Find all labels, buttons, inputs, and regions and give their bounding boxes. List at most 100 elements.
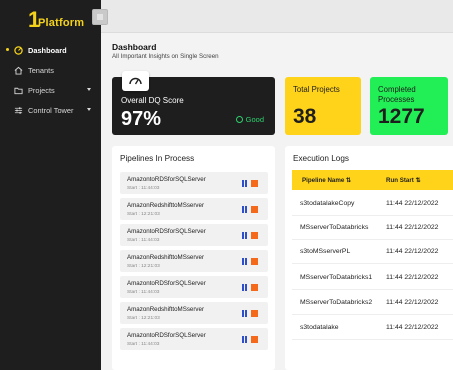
log-run-start: 11:44 22/12/2022 [386, 224, 439, 231]
sidebar-nav: Dashboard Tenants Projects Control Tower [0, 40, 101, 120]
sidebar-item-control-tower[interactable]: Control Tower [0, 100, 101, 120]
log-run-start: 11:44 22/12/2022 [386, 200, 439, 207]
stop-icon[interactable] [251, 310, 258, 317]
sidebar-item-dashboard[interactable]: Dashboard [0, 40, 101, 60]
column-header-pipeline-name[interactable]: Pipeline Name ⇅ [302, 177, 351, 184]
chevron-down-icon[interactable] [87, 88, 91, 91]
log-pipeline-name: MSserverToDatabricks [300, 224, 369, 231]
log-run-start: 11:44 22/12/2022 [386, 324, 439, 331]
dq-score-label: Overall DQ Score [121, 96, 184, 105]
list-item[interactable]: AmazonRedshifttoMSserver Start : 12:21:0… [120, 250, 268, 272]
stop-icon[interactable] [251, 180, 258, 187]
pipeline-name: AmazonRedshifttoMSserver [127, 202, 205, 209]
list-item[interactable]: AmazontoRDSforSQLServer Start : 11:44:03 [120, 328, 268, 350]
table-row[interactable]: MSserverToDatabricks2 11:44 22/12/2022 [292, 291, 453, 315]
column-header-run-start[interactable]: Run Start ⇅ [386, 177, 421, 184]
sidebar-toggle-button[interactable] [92, 9, 108, 25]
execution-logs-card: Execution Logs Pipeline Name ⇅ Run Start… [285, 146, 453, 370]
sort-icon: ⇅ [346, 177, 352, 184]
dq-score-card: Overall DQ Score 97% Good [112, 71, 275, 135]
execution-logs-title: Execution Logs [293, 154, 349, 163]
chevron-down-icon[interactable] [87, 108, 91, 111]
pause-icon[interactable] [242, 284, 247, 291]
pause-icon[interactable] [242, 232, 247, 239]
log-run-start: 11:44 22/12/2022 [386, 248, 439, 255]
total-projects-label: Total Projects [293, 85, 340, 94]
completed-processes-value: 1277 [378, 105, 425, 128]
log-pipeline-name: s3todatalakeCopy [300, 200, 355, 207]
stop-icon[interactable] [251, 336, 258, 343]
stop-icon[interactable] [251, 232, 258, 239]
completed-processes-card: Completed Processes 1277 [370, 77, 448, 135]
sidebar-item-projects[interactable]: Projects [0, 80, 101, 100]
table-row[interactable]: MSserverToDatabricks 11:44 22/12/2022 [292, 216, 453, 240]
status-text: Good [245, 115, 264, 124]
table-row[interactable]: s3toMSserverPL 11:44 22/12/2022 [292, 240, 453, 264]
completed-processes-label: Completed Processes [378, 85, 416, 104]
list-item[interactable]: AmazonRedshifttoMSserver Start : 12:21:0… [120, 198, 268, 220]
pipeline-start: Start : 11:44:03 [127, 238, 160, 243]
list-item[interactable]: AmazonRedshifttoMSserver Start : 12:21:0… [120, 302, 268, 324]
logo-text: Platform [38, 17, 85, 29]
list-item[interactable]: AmazontoRDSforSQLServer Start : 11:44:03 [120, 276, 268, 298]
pipelines-title: Pipelines In Process [120, 154, 195, 163]
pause-icon[interactable] [242, 336, 247, 343]
pipeline-name: AmazonRedshifttoMSserver [127, 306, 205, 313]
gauge-icon [122, 71, 149, 91]
log-pipeline-name: MSserverToDatabricks2 [300, 299, 373, 306]
sort-icon: ⇅ [415, 177, 421, 184]
sliders-icon [14, 106, 23, 114]
pipeline-start: Start : 12:21:03 [127, 212, 160, 217]
pause-icon[interactable] [242, 206, 247, 213]
pipeline-start: Start : 11:44:03 [127, 290, 160, 295]
column-header-label: Run Start [386, 177, 414, 184]
log-pipeline-name: MSserverToDatabricks1 [300, 274, 373, 281]
pipeline-start: Start : 11:44:03 [127, 342, 160, 347]
log-pipeline-name: s3toMSserverPL [300, 248, 351, 255]
sidebar-item-tenants[interactable]: Tenants [0, 60, 101, 80]
total-projects-value: 38 [293, 105, 317, 128]
sidebar-item-label: Projects [28, 85, 55, 95]
pipeline-start: Start : 12:21:03 [127, 316, 160, 321]
folder-icon [14, 87, 23, 94]
total-projects-card: Total Projects 38 [285, 77, 361, 135]
sidebar-item-label: Dashboard [28, 45, 67, 55]
pause-icon[interactable] [242, 180, 247, 187]
sidebar-item-label: Tenants [28, 65, 54, 75]
stop-icon[interactable] [251, 258, 258, 265]
stop-icon[interactable] [251, 206, 258, 213]
log-run-start: 11:44 22/12/2022 [386, 274, 439, 281]
pipeline-name: AmazontoRDSforSQLServer [127, 176, 206, 183]
table-row[interactable]: s3todatalakeCopy 11:44 22/12/2022 [292, 192, 453, 216]
pipeline-name: AmazonRedshifttoMSserver [127, 254, 205, 261]
list-item[interactable]: AmazontoRDSforSQLServer Start : 11:44:03 [120, 224, 268, 246]
stop-icon[interactable] [251, 284, 258, 291]
home-icon [14, 66, 23, 75]
log-run-start: 11:44 22/12/2022 [386, 299, 439, 306]
sidebar: 1 Platform Dashboard Tenants Projects Co… [0, 0, 101, 370]
clock-icon [235, 116, 243, 123]
status-badge: Good [235, 115, 264, 124]
dashboard-icon [14, 45, 23, 55]
pipeline-name: AmazontoRDSforSQLServer [127, 280, 206, 287]
table-row[interactable]: s3todatalake 11:44 22/12/2022 [292, 316, 453, 340]
pipeline-start: Start : 12:21:03 [127, 264, 160, 269]
pipelines-card: Pipelines In Process AmazontoRDSforSQLSe… [112, 146, 275, 370]
list-item[interactable]: AmazontoRDSforSQLServer Start : 11:44:03 [120, 172, 268, 194]
dq-score-value: 97% [121, 108, 162, 130]
table-header: Pipeline Name ⇅ Run Start ⇅ [292, 170, 453, 190]
pipeline-name: AmazontoRDSforSQLServer [127, 332, 206, 339]
log-pipeline-name: s3todatalake [300, 324, 339, 331]
page-subtitle: All Important Insights on Single Screen [112, 53, 219, 60]
top-bar [92, 0, 453, 33]
pipeline-name: AmazontoRDSforSQLServer [127, 228, 206, 235]
pause-icon[interactable] [242, 310, 247, 317]
sidebar-item-label: Control Tower [28, 105, 74, 115]
pause-icon[interactable] [242, 258, 247, 265]
column-header-label: Pipeline Name [302, 177, 345, 184]
table-row[interactable]: MSserverToDatabricks1 11:44 22/12/2022 [292, 266, 453, 290]
pipeline-start: Start : 11:44:03 [127, 186, 160, 191]
active-indicator [6, 48, 9, 51]
page-title: Dashboard [112, 42, 157, 52]
main-content: Dashboard All Important Insights on Sing… [101, 33, 453, 370]
